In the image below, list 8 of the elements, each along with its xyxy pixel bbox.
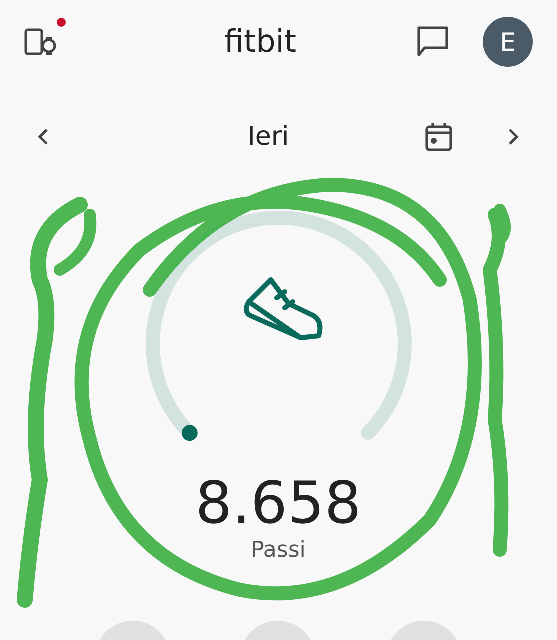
shoe-icon <box>243 278 322 340</box>
date-label: Ieri <box>246 122 290 152</box>
step-unit: Passi <box>250 538 307 563</box>
step-count: 8.658 <box>194 472 363 536</box>
calendar-icon[interactable] <box>423 121 455 153</box>
app-title: fitbit <box>223 24 298 60</box>
avatar-button[interactable]: E <box>483 17 533 67</box>
progress-dot <box>181 425 198 442</box>
